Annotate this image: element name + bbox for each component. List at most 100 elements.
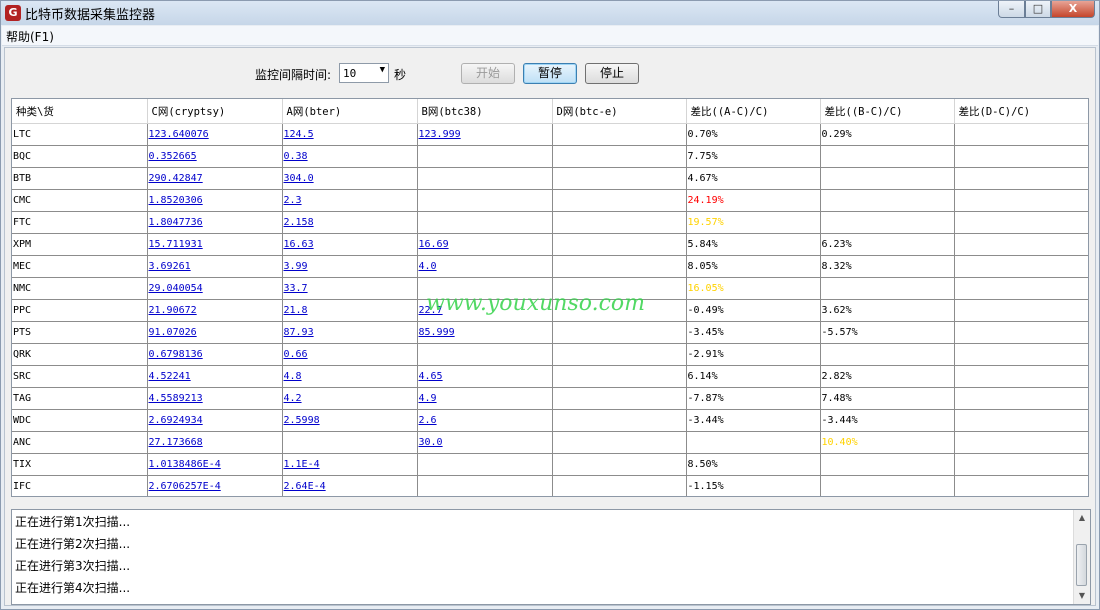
price-link[interactable]: 290.42847	[147, 167, 283, 190]
coin-name-cell: MEC	[12, 255, 148, 278]
price-link[interactable]: 304.0	[282, 167, 418, 190]
interval-value: 10	[343, 67, 357, 80]
table-row: ANC 27.173668 30.0 10.40%	[12, 431, 1088, 454]
price-link[interactable]: 124.5	[282, 123, 418, 146]
table-cell	[820, 277, 955, 300]
table-cell	[820, 475, 955, 496]
price-link[interactable]: 4.9	[417, 387, 553, 410]
stop-button[interactable]: 停止	[585, 63, 639, 84]
price-link[interactable]: 4.5589213	[147, 387, 283, 410]
price-link[interactable]: 1.8520306	[147, 189, 283, 212]
price-link[interactable]: 30.0	[417, 431, 553, 454]
table-cell: 24.19%	[686, 189, 821, 212]
table-cell: 5.84%	[686, 233, 821, 256]
table-cell: -3.45%	[686, 321, 821, 344]
price-link[interactable]: 4.52241	[147, 365, 283, 388]
table-cell	[954, 343, 1088, 366]
scroll-up-icon[interactable]: ▲	[1074, 510, 1090, 526]
maximize-button[interactable]: □	[1025, 1, 1051, 18]
app-window: G 比特币数据采集监控器 – □ X 帮助(F1) 监控间隔时间: 10 ▼ 秒…	[0, 0, 1100, 610]
pause-button[interactable]: 暂停	[523, 63, 577, 84]
log-scrollbar[interactable]: ▲ ▼	[1073, 510, 1090, 604]
log-area[interactable]: 正在进行第1次扫描... 正在进行第2次扫描... 正在进行第3次扫描... 正在进行…	[11, 509, 1091, 605]
price-link[interactable]: 16.69	[417, 233, 553, 256]
column-header[interactable]: C网(cryptsy)	[147, 99, 283, 124]
price-link[interactable]: 123.999	[417, 123, 553, 146]
log-line: 正在进行第4次扫描...	[15, 581, 131, 595]
table-cell	[954, 475, 1088, 496]
column-header[interactable]: 差比((A-C)/C)	[686, 99, 821, 124]
table-row: SRC 4.52241 4.8 4.65 6.14% 2.82%	[12, 365, 1088, 388]
price-link[interactable]: 2.6706257E-4	[147, 475, 283, 496]
log-lines: 正在进行第1次扫描... 正在进行第2次扫描... 正在进行第3次扫描... 正在进行…	[15, 511, 130, 599]
column-header[interactable]: 种类\货	[12, 99, 148, 124]
scroll-down-icon[interactable]: ▼	[1074, 588, 1090, 604]
price-link[interactable]: 2.3	[282, 189, 418, 212]
column-header[interactable]: A网(bter)	[282, 99, 418, 124]
price-link[interactable]: 0.66	[282, 343, 418, 366]
price-link[interactable]: 2.6924934	[147, 409, 283, 432]
table-cell	[417, 343, 553, 366]
app-logo-icon: G	[5, 5, 21, 21]
price-link[interactable]: 1.1E-4	[282, 453, 418, 476]
interval-select[interactable]: 10 ▼	[339, 63, 389, 83]
price-link[interactable]: 4.0	[417, 255, 553, 278]
price-link[interactable]: 2.158	[282, 211, 418, 234]
price-link[interactable]: 2.5998	[282, 409, 418, 432]
price-link[interactable]: 4.8	[282, 365, 418, 388]
column-header[interactable]: 差比((B-C)/C)	[820, 99, 955, 124]
table-cell: -5.57%	[820, 321, 955, 344]
menu-help[interactable]: 帮助(F1)	[6, 28, 54, 45]
table-cell: 10.40%	[820, 431, 955, 454]
column-header[interactable]: B网(btc38)	[417, 99, 553, 124]
table-row: LTC 123.640076 124.5 123.999 0.70% 0.29%	[12, 123, 1088, 146]
table-cell	[820, 189, 955, 212]
start-button[interactable]: 开始	[461, 63, 515, 84]
price-link[interactable]: 22.7	[417, 299, 553, 322]
coin-name-cell: PTS	[12, 321, 148, 344]
price-link[interactable]: 16.63	[282, 233, 418, 256]
price-link[interactable]: 2.64E-4	[282, 475, 418, 496]
close-button[interactable]: X	[1051, 1, 1095, 18]
price-link[interactable]: 87.93	[282, 321, 418, 344]
table-cell	[552, 233, 687, 256]
minimize-button[interactable]: –	[998, 1, 1025, 18]
chevron-down-icon[interactable]: ▼	[380, 65, 385, 75]
price-link[interactable]: 0.38	[282, 145, 418, 168]
price-link[interactable]: 85.999	[417, 321, 553, 344]
price-link[interactable]: 21.8	[282, 299, 418, 322]
price-link[interactable]: 29.040054	[147, 277, 283, 300]
price-link[interactable]: 3.99	[282, 255, 418, 278]
scroll-thumb[interactable]	[1076, 544, 1087, 586]
price-link[interactable]: 1.8047736	[147, 211, 283, 234]
price-link[interactable]: 0.6798136	[147, 343, 283, 366]
coin-name-cell: TIX	[12, 453, 148, 476]
window-title: 比特币数据采集监控器	[25, 8, 156, 23]
price-link[interactable]: 4.2	[282, 387, 418, 410]
table-cell	[954, 321, 1088, 344]
price-link[interactable]: 3.69261	[147, 255, 283, 278]
price-link[interactable]: 0.352665	[147, 145, 283, 168]
table-cell	[552, 211, 687, 234]
table-cell: 2.82%	[820, 365, 955, 388]
table-row: TAG 4.5589213 4.2 4.9 -7.87% 7.48%	[12, 387, 1088, 410]
table-cell	[552, 343, 687, 366]
table-cell: -2.91%	[686, 343, 821, 366]
table-cell	[954, 167, 1088, 190]
price-link[interactable]: 15.711931	[147, 233, 283, 256]
table-cell: 0.29%	[820, 123, 955, 146]
coin-name-cell: TAG	[12, 387, 148, 410]
column-header[interactable]: D网(btc-e)	[552, 99, 687, 124]
price-link[interactable]: 91.07026	[147, 321, 283, 344]
price-link[interactable]: 33.7	[282, 277, 418, 300]
title-bar[interactable]: G 比特币数据采集监控器 – □ X	[1, 1, 1099, 25]
price-link[interactable]: 1.0138486E-4	[147, 453, 283, 476]
table-cell	[552, 431, 687, 454]
price-link[interactable]: 21.90672	[147, 299, 283, 322]
price-link[interactable]: 123.640076	[147, 123, 283, 146]
price-link[interactable]: 2.6	[417, 409, 553, 432]
price-link[interactable]: 4.65	[417, 365, 553, 388]
column-header[interactable]: 差比(D-C)/C)	[954, 99, 1088, 124]
price-link[interactable]: 27.173668	[147, 431, 283, 454]
table-cell	[954, 145, 1088, 168]
